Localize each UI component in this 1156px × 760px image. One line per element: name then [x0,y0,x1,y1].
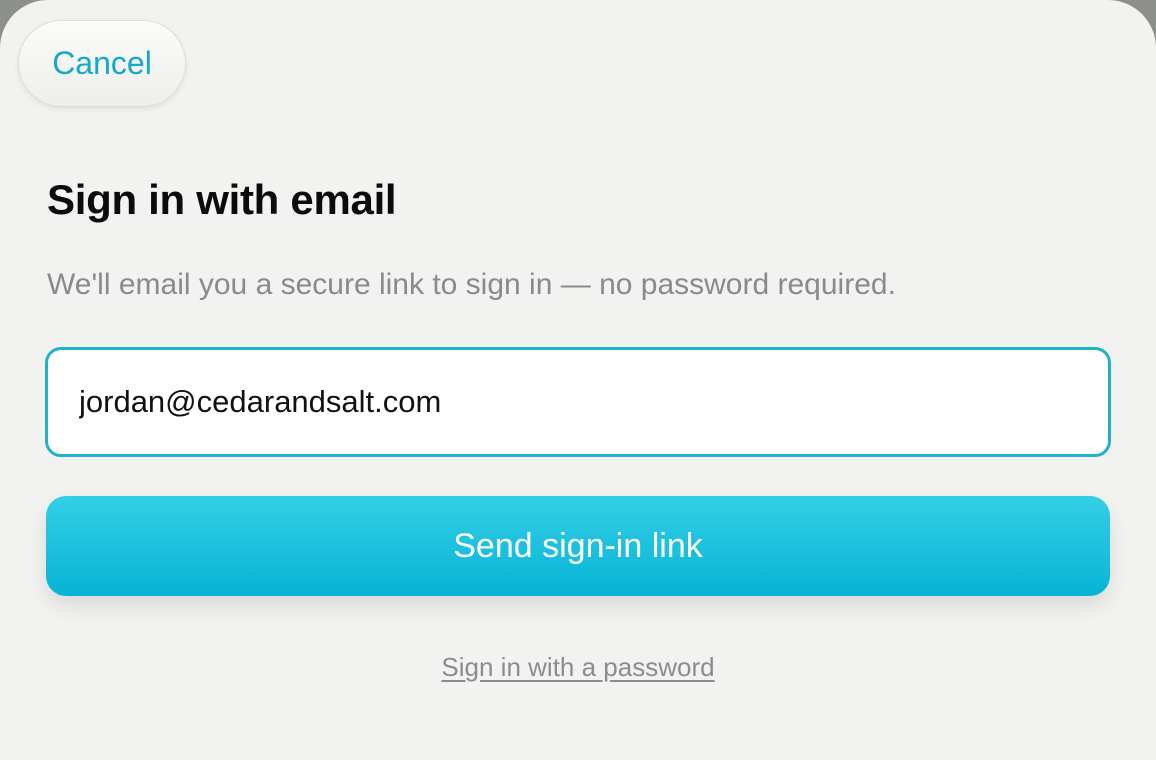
sign-in-sheet: Cancel Sign in with email We'll email yo… [0,0,1156,760]
page-title: Sign in with email [47,176,397,223]
send-sign-in-link-button[interactable]: Send sign-in link [46,496,1110,596]
email-input[interactable] [79,384,1108,420]
sign-in-with-password-link[interactable]: Sign in with a password [0,652,1156,683]
cancel-button[interactable]: Cancel [18,20,186,107]
page-subtitle: We'll email you a secure link to sign in… [47,268,896,301]
email-field[interactable] [45,347,1111,457]
